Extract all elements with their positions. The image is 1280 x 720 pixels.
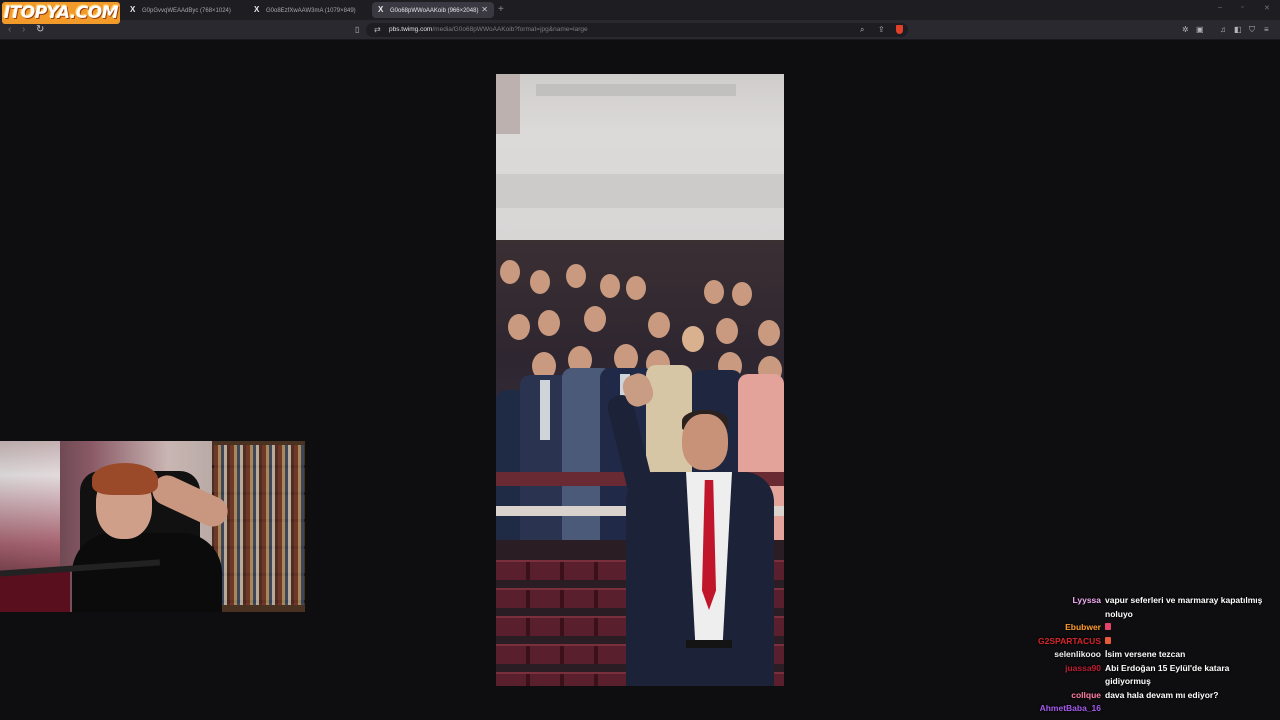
- image-ceiling: [496, 74, 784, 240]
- webcam-overlay: [0, 441, 305, 612]
- site-info-icon[interactable]: ⇄: [374, 23, 381, 37]
- chat-message: collque dava hala devam mı ediyor?: [1000, 689, 1275, 703]
- x-logo-icon: X: [254, 5, 260, 14]
- x-logo-icon: X: [378, 5, 384, 14]
- chat-username: AhmetBaba_16: [1039, 703, 1101, 713]
- search-icon[interactable]: ⌕: [860, 23, 864, 37]
- url-path: /media/G0o68pWWoAAKoib?format=jpg&name=l…: [432, 26, 588, 33]
- wallet-icon[interactable]: ▣: [1196, 23, 1204, 37]
- tab-image-2[interactable]: X G0o8EzfXwAAW3mA (1079×849): [248, 2, 370, 18]
- tab-label: G0o68pWWoAAKoib (966×2048): [390, 8, 479, 14]
- chat-username: collque: [1071, 689, 1101, 700]
- x-logo-icon: X: [130, 5, 136, 14]
- tab-image-3-active[interactable]: X G0o68pWWoAAKoib (966×2048) ✕: [372, 2, 494, 18]
- itopya-logo: ITOPYA.COM: [2, 2, 120, 24]
- stream-chat: Lyyssa vapur seferleri ve marmaray kapat…: [1000, 594, 1275, 716]
- close-icon[interactable]: ✕: [481, 2, 488, 18]
- chat-emote-icon: [1105, 623, 1111, 630]
- tab-bar: X G0pGvvqWEAAdByc (768×1024) X G0o8EzfXwAA…: [0, 0, 1280, 20]
- maximize-window-icon[interactable]: ▫: [1241, 4, 1243, 11]
- url-field[interactable]: ⇄ pbs.twimg.com/media/G0o68pWWoAAKoib?fo…: [366, 23, 908, 37]
- tab-image-1[interactable]: X G0pGvvqWEAAdByc (768×1024): [124, 2, 246, 18]
- minimize-window-icon[interactable]: –: [1218, 4, 1222, 11]
- brave-shield-icon[interactable]: [896, 25, 903, 34]
- extensions-icon[interactable]: ✲: [1182, 23, 1189, 37]
- plus-icon[interactable]: +: [498, 2, 504, 18]
- chat-username: juassa90: [1065, 662, 1101, 673]
- url-text: pbs.twimg.com/media/G0o68pWWoAAKoib?form…: [389, 23, 588, 37]
- chat-text: dava hala devam mı ediyor?: [1105, 689, 1219, 700]
- vpn-icon[interactable]: ⛉: [1249, 23, 1255, 37]
- chat-username: selenlikooo: [1054, 649, 1101, 659]
- reload-icon[interactable]: ↻: [36, 23, 44, 36]
- chat-text: İsim versene tezcan: [1105, 649, 1186, 659]
- chat-message: Ebubwer: [1000, 621, 1275, 635]
- url-host: pbs.twimg.com: [389, 26, 433, 33]
- chat-text: Abi Erdoğan 15 Eylül'de katara gidiyormu…: [1105, 662, 1230, 687]
- forward-arrow-icon[interactable]: ›: [22, 23, 25, 36]
- menu-icon[interactable]: ≡: [1264, 23, 1269, 37]
- chat-message: Lyyssa vapur seferleri ve marmaray kapat…: [1000, 594, 1275, 621]
- chat-message: G2SPARTACUS: [1000, 635, 1275, 649]
- tab-label: G0pGvvqWEAAdByc (768×1024): [142, 8, 231, 14]
- chat-message: juassa90 Abi Erdoğan 15 Eylül'de katara …: [1000, 662, 1275, 689]
- music-icon[interactable]: ♫: [1220, 23, 1226, 37]
- tab-label: G0o8EzfXwAAW3mA (1079×849): [266, 8, 356, 14]
- share-icon[interactable]: ⇪: [878, 23, 885, 37]
- sidebar-icon[interactable]: ◧: [1234, 23, 1242, 37]
- close-window-icon[interactable]: ✕: [1264, 4, 1270, 12]
- chat-username: G2SPARTACUS: [1038, 635, 1101, 646]
- back-arrow-icon[interactable]: ‹: [8, 23, 11, 36]
- displayed-image: [496, 74, 784, 686]
- address-bar: ‹ › ↻ ▯ ⇄ pbs.twimg.com/media/G0o68pWWoA…: [0, 20, 1280, 40]
- chat-message: selenlikooo İsim versene tezcan: [1000, 648, 1275, 662]
- chat-text: vapur seferleri ve marmaray kapatılmış n…: [1105, 595, 1263, 619]
- bookmark-icon[interactable]: ▯: [355, 23, 359, 37]
- chat-emote-icon: [1105, 636, 1111, 644]
- chat-username: Ebubwer: [1065, 622, 1101, 632]
- chat-username: Lyyssa: [1072, 595, 1101, 605]
- chat-message: AhmetBaba_16: [1000, 702, 1275, 716]
